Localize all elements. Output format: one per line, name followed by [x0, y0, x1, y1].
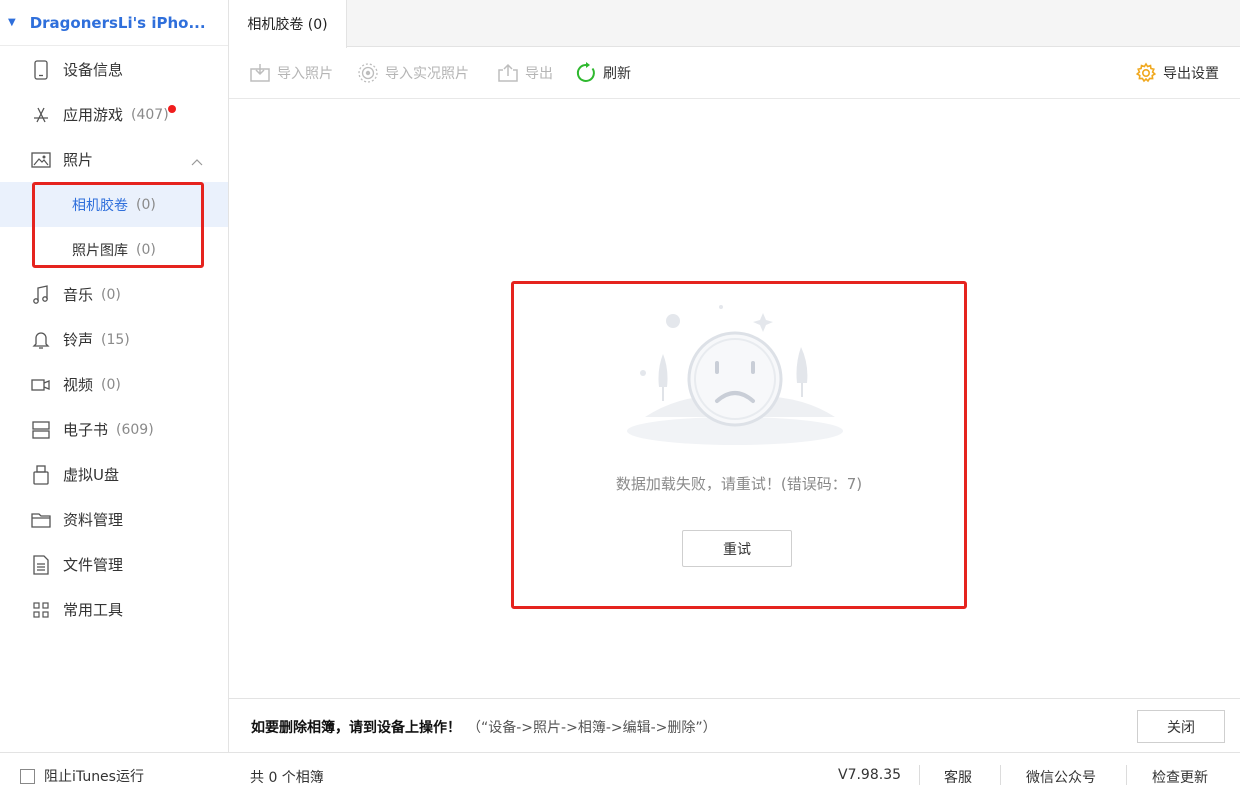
divider [1000, 765, 1001, 785]
import-photos-label: 导入照片 [277, 66, 333, 82]
app-window: ▼ DragonersLi's iPho... 设备信息 应用游戏 (407) … [0, 0, 1240, 795]
sad-face-illustration [627, 305, 843, 445]
version-label: V7.98.35 [838, 767, 902, 783]
sidebar-item-label: 资料管理 [63, 511, 124, 529]
sidebar-item-label: 电子书 [63, 421, 109, 439]
gear-icon [1135, 62, 1157, 84]
sidebar-item-photos[interactable]: 照片 [0, 137, 228, 182]
file-icon [31, 554, 51, 575]
export-settings-button[interactable]: 导出设置 [1135, 60, 1219, 86]
sidebar: ▼ DragonersLi's iPho... 设备信息 应用游戏 (407) … [0, 0, 229, 752]
folder-icon [31, 510, 51, 530]
chevron-up-icon[interactable] [191, 152, 203, 170]
refresh-button[interactable]: 刷新 [575, 60, 631, 86]
sidebar-item-data-management[interactable]: 资料管理 [0, 497, 228, 542]
status-bar: 阻止iTunes运行 共 0 个相簿 V7.98.35 客服 微信公众号 检查更… [0, 752, 1240, 795]
toolbar: 导入照片 导入实况照片 导出 刷新 导出设置 [229, 48, 1240, 99]
live-photo-icon [357, 62, 379, 84]
sidebar-item-label: 常用工具 [63, 601, 124, 619]
usb-drive-icon [31, 464, 51, 485]
grid-icon [31, 600, 51, 620]
delete-album-hint: 如要删除相簿，请到设备上操作！ （“设备->照片->相簿->编辑->删除”） [251, 717, 717, 737]
device-name: DragonersLi's iPho... [29, 13, 206, 32]
import-live-photos-button[interactable]: 导入实况照片 [357, 60, 469, 86]
annotation-highlight [32, 182, 204, 268]
check-update-link[interactable]: 检查更新 [1152, 767, 1208, 787]
error-message: 数据加载失败，请重试！(错误码：7) [615, 475, 863, 493]
customer-service-link[interactable]: 客服 [944, 767, 972, 787]
sidebar-item-device-info[interactable]: 设备信息 [0, 47, 228, 92]
tab-camera-roll[interactable]: 相机胶卷 (0) [229, 0, 347, 48]
sidebar-item-music[interactable]: 音乐 (0) [0, 272, 228, 317]
export-icon [497, 62, 519, 84]
info-bar: 如要删除相簿，请到设备上操作！ （“设备->照片->相簿->编辑->删除”） 关闭 [229, 698, 1240, 752]
sidebar-item-label: 设备信息 [63, 61, 124, 79]
sidebar-item-ebooks[interactable]: 电子书 (609) [0, 407, 228, 452]
sidebar-item-count: (0) [101, 376, 121, 393]
divider [1126, 765, 1127, 785]
block-itunes-label: 阻止iTunes运行 [44, 769, 144, 785]
sidebar-item-label: 铃声 [63, 331, 94, 349]
refresh-icon [575, 62, 597, 84]
hint-text: 如要删除相簿，请到设备上操作！ [251, 720, 461, 736]
book-icon [31, 420, 51, 440]
retry-button[interactable]: 重试 [682, 530, 792, 567]
sidebar-item-virtual-udisk[interactable]: 虚拟U盘 [0, 452, 228, 497]
import-photos-button[interactable]: 导入照片 [249, 60, 333, 86]
device-header[interactable]: ▼ DragonersLi's iPho... [0, 0, 228, 46]
sidebar-item-label: 应用游戏 [63, 106, 124, 124]
album-count: 共 0 个相簿 [250, 770, 324, 786]
sidebar-item-count: (609) [116, 421, 154, 438]
sidebar-item-label: 虚拟U盘 [63, 466, 119, 484]
sidebar-item-file-management[interactable]: 文件管理 [0, 542, 228, 587]
export-button[interactable]: 导出 [497, 60, 553, 86]
import-icon [249, 62, 271, 84]
sidebar-item-ringtones[interactable]: 铃声 (15) [0, 317, 228, 362]
sidebar-item-label: 文件管理 [63, 556, 124, 574]
sidebar-item-videos[interactable]: 视频 (0) [0, 362, 228, 407]
hint-path: （“设备->照片->相簿->编辑->删除”） [467, 720, 717, 736]
notification-badge [168, 105, 176, 113]
export-settings-label: 导出设置 [1163, 66, 1219, 82]
import-live-photos-label: 导入实况照片 [385, 66, 469, 82]
sidebar-item-label: 音乐 [63, 286, 94, 304]
sidebar-item-count: (15) [101, 331, 130, 348]
block-itunes-checkbox[interactable] [20, 768, 35, 784]
sidebar-item-label: 照片 [63, 151, 94, 169]
main-content: 数据加载失败，请重试！(错误码：7) 重试 [229, 99, 1240, 698]
wechat-link[interactable]: 微信公众号 [1026, 767, 1096, 787]
sidebar-item-label: 视频 [63, 376, 94, 394]
video-icon [31, 375, 51, 395]
tab-bar: 相机胶卷 (0) [229, 0, 1240, 48]
sidebar-item-count: (407) [131, 106, 169, 123]
close-button[interactable]: 关闭 [1137, 710, 1225, 743]
sidebar-item-count: (0) [101, 286, 121, 303]
sidebar-item-apps[interactable]: 应用游戏 (407) [0, 92, 228, 137]
divider [919, 765, 920, 785]
export-label: 导出 [525, 66, 553, 82]
sidebar-item-tools[interactable]: 常用工具 [0, 587, 228, 632]
caret-down-icon[interactable]: ▼ [8, 17, 16, 28]
image-icon [31, 150, 51, 170]
phone-icon [31, 59, 51, 80]
bell-icon [31, 330, 51, 350]
app-store-icon [31, 105, 51, 125]
music-icon [31, 284, 51, 305]
refresh-label: 刷新 [603, 66, 631, 82]
block-itunes-option[interactable]: 阻止iTunes运行 [20, 766, 144, 786]
